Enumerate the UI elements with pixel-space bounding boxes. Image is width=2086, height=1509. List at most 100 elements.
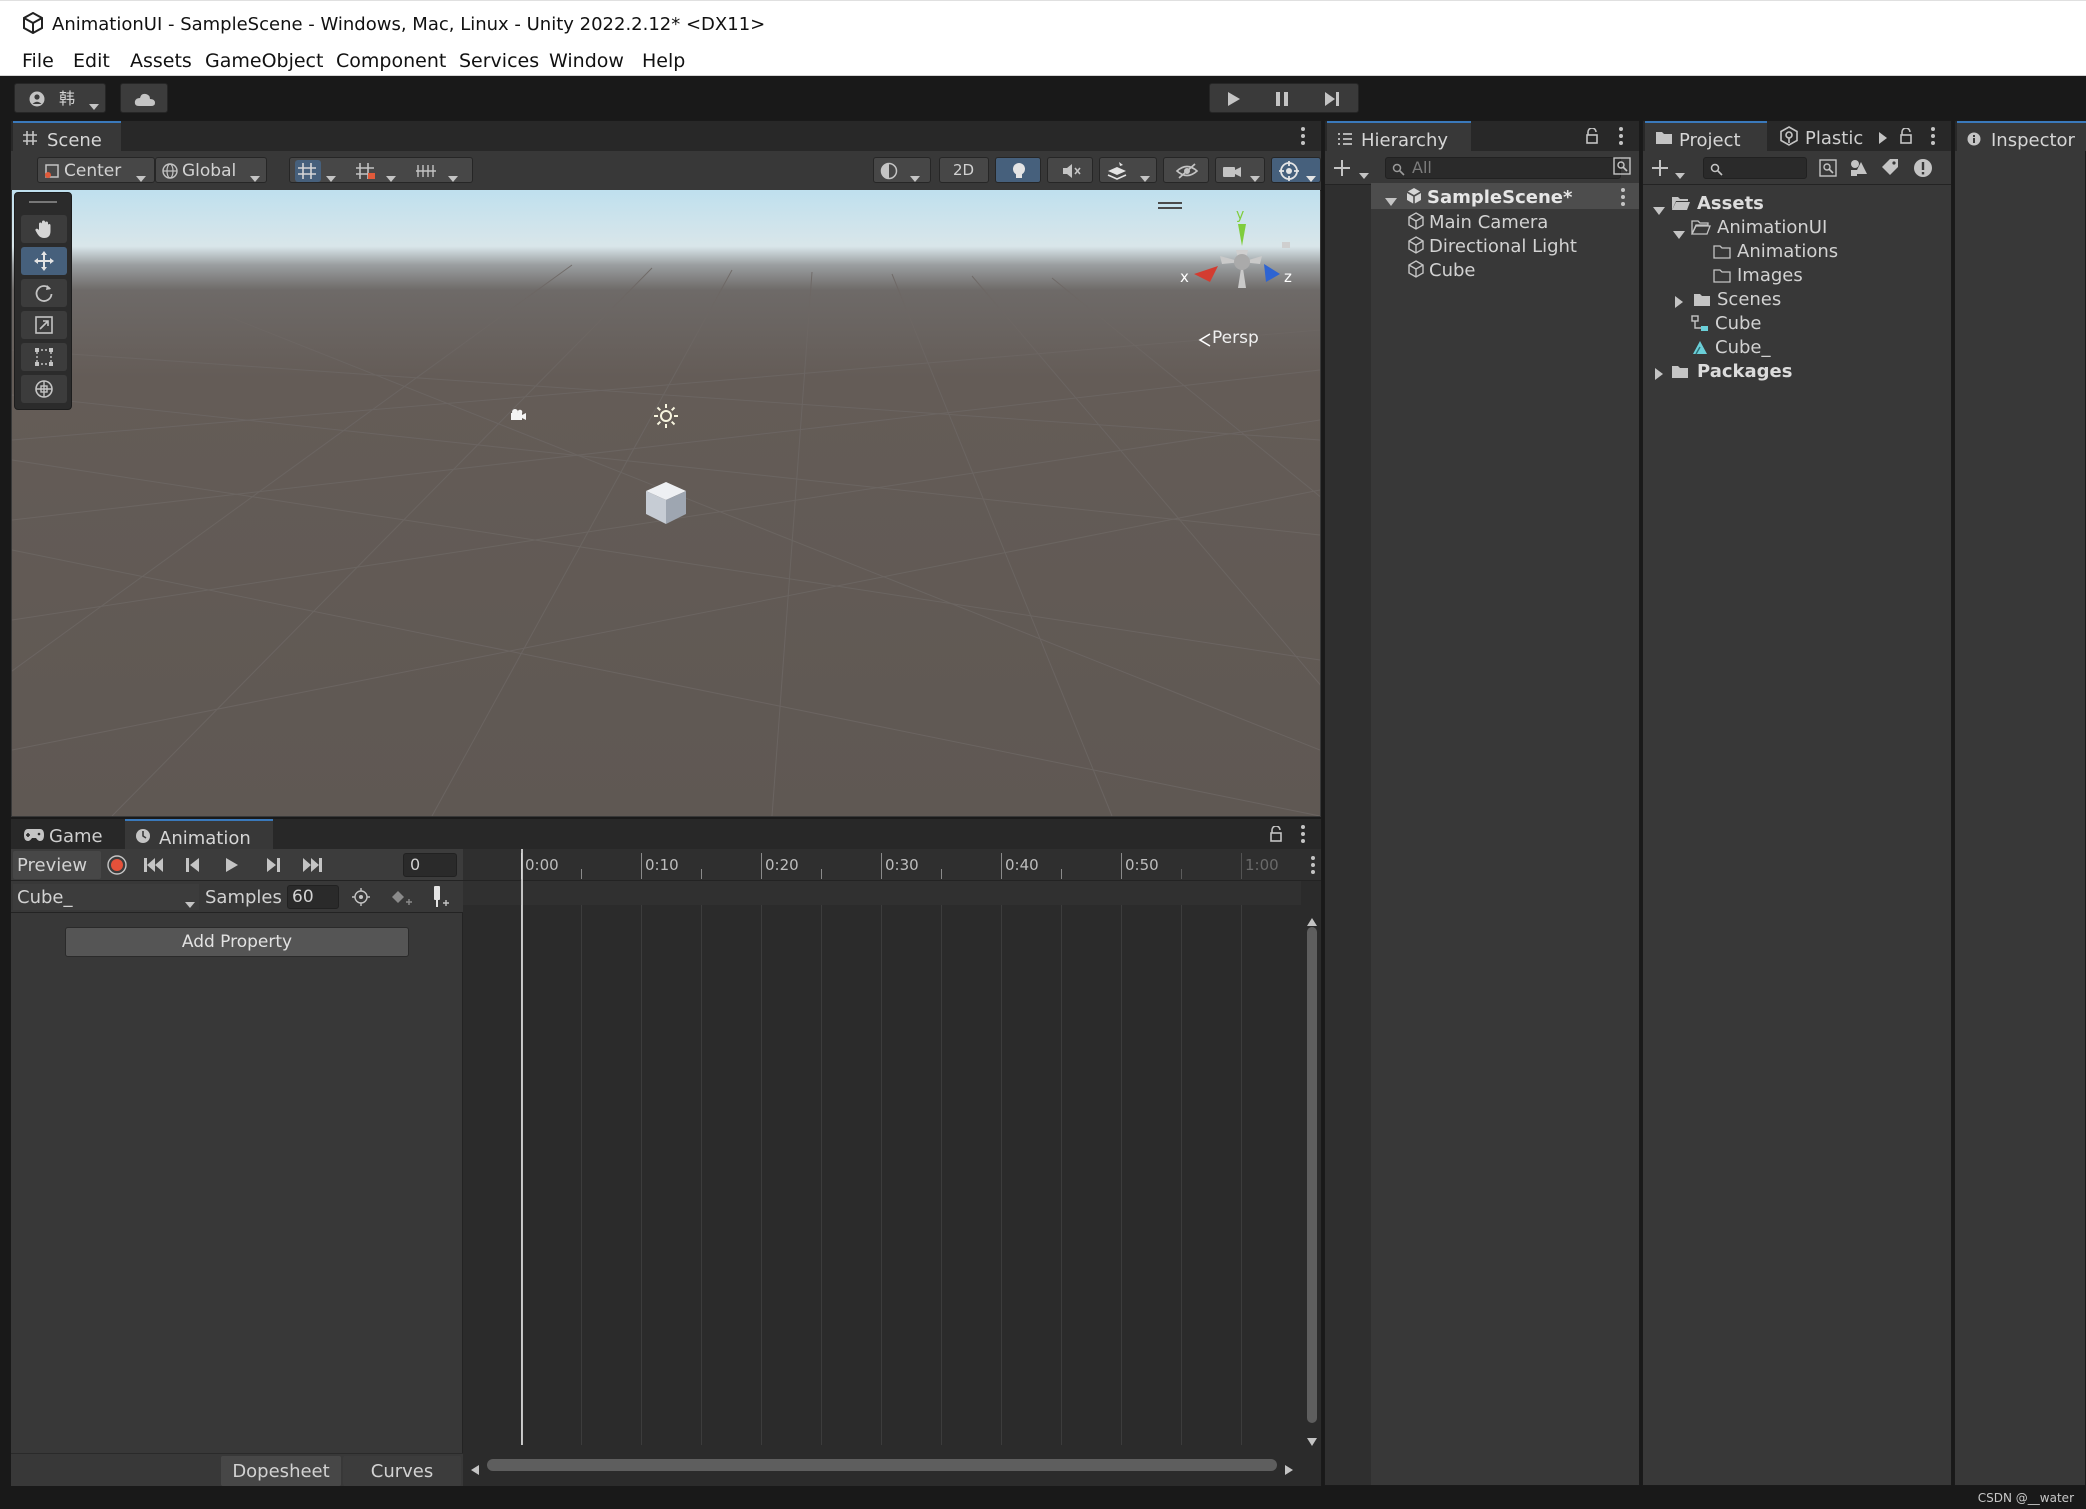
lighting-toggle[interactable]	[995, 157, 1041, 183]
expand-arrow-icon[interactable]	[1673, 224, 1685, 245]
horizontal-scrollbar[interactable]	[463, 1455, 1301, 1475]
lock-icon[interactable]	[1585, 127, 1599, 148]
tab-inspector[interactable]: Inspector	[1957, 121, 2086, 151]
tab-animation[interactable]: Animation	[125, 819, 273, 849]
kebab-menu-icon[interactable]	[1931, 127, 1935, 145]
chevron-down-icon[interactable]	[1675, 165, 1685, 184]
kebab-menu-icon[interactable]	[1301, 127, 1305, 145]
orientation-gizmo[interactable]: y x z	[1180, 208, 1300, 318]
overlay-menu-handle[interactable]	[1158, 202, 1182, 204]
dopesheet-tab[interactable]: Dopesheet	[221, 1456, 341, 1486]
hierarchy-item-main-camera[interactable]: Main Camera	[1371, 209, 1639, 233]
tab-game[interactable]: Game	[13, 819, 123, 849]
rotate-tool-button[interactable]	[21, 279, 67, 307]
vertical-scrollbar[interactable]	[1303, 905, 1321, 1446]
grid-snap-icon[interactable]	[295, 160, 321, 182]
camera-gizmo-icon[interactable]	[509, 407, 527, 426]
preview-toggle[interactable]: Preview	[13, 851, 101, 879]
palette-drag-handle[interactable]	[29, 201, 57, 203]
chevron-down-icon[interactable]	[326, 168, 336, 187]
hidden-objects-toggle[interactable]	[1163, 157, 1209, 183]
alert-icon[interactable]	[1913, 158, 1933, 182]
next-keyframe-icon[interactable]	[265, 857, 281, 877]
lock-icon[interactable]	[1269, 825, 1283, 846]
menu-window[interactable]: Window	[549, 50, 624, 72]
add-property-button[interactable]: Add Property	[65, 927, 409, 957]
2d-toggle-button[interactable]: 2D	[939, 157, 989, 183]
menu-gameobject[interactable]: GameObject	[205, 50, 323, 72]
play-icon[interactable]	[1227, 91, 1241, 111]
account-dropdown[interactable]: 韩	[14, 83, 106, 113]
add-icon[interactable]	[1333, 159, 1351, 181]
curves-tab[interactable]: Curves	[343, 1456, 461, 1486]
playhead-line[interactable]	[521, 849, 523, 1445]
cloud-button[interactable]	[120, 83, 168, 113]
collapse-arrow-icon[interactable]	[1655, 364, 1664, 385]
search-scene-icon[interactable]	[1613, 157, 1631, 179]
project-search-input[interactable]	[1703, 157, 1807, 179]
menu-assets[interactable]: Assets	[130, 50, 192, 72]
menu-help[interactable]: Help	[642, 50, 685, 72]
hierarchy-item-cube[interactable]: Cube	[1371, 257, 1639, 281]
draw-mode-dropdown[interactable]	[873, 157, 931, 183]
expand-arrow-icon[interactable]	[1653, 200, 1665, 221]
animation-timeline[interactable]: 0:00 0:10 0:20 0:30 0:40 0:50 1:00	[463, 849, 1321, 1487]
pause-icon[interactable]	[1275, 91, 1289, 111]
grid-visibility-icon[interactable]	[354, 161, 378, 185]
hierarchy-search-input[interactable]: All	[1385, 157, 1621, 179]
lock-icon[interactable]	[1899, 127, 1913, 148]
filter-by-type-icon[interactable]	[1849, 158, 1869, 182]
prev-keyframe-icon[interactable]	[185, 857, 201, 877]
scrollbar-thumb[interactable]	[1307, 927, 1317, 1423]
chevron-down-icon[interactable]	[386, 168, 396, 187]
transform-tool-button[interactable]	[21, 375, 67, 403]
frame-field[interactable]: 0	[403, 853, 457, 877]
label-tag-icon[interactable]	[1881, 158, 1899, 180]
pivot-dropdown[interactable]: Center	[37, 157, 155, 183]
record-button[interactable]	[105, 854, 129, 876]
last-keyframe-icon[interactable]	[301, 857, 323, 877]
camera-dropdown[interactable]	[1215, 157, 1265, 183]
event-lane[interactable]	[463, 881, 1301, 905]
play-icon[interactable]	[225, 857, 239, 877]
space-dropdown[interactable]: Global	[155, 157, 267, 183]
scroll-left-icon[interactable]	[471, 1460, 479, 1479]
scroll-down-icon[interactable]	[1307, 1431, 1317, 1450]
increment-snap-icon[interactable]	[414, 161, 438, 185]
dopesheet-area[interactable]	[463, 905, 1301, 1445]
tab-hierarchy[interactable]: Hierarchy	[1327, 121, 1471, 151]
kebab-menu-icon[interactable]	[1311, 856, 1315, 874]
scrollbar-thumb[interactable]	[487, 1459, 1277, 1471]
menu-file[interactable]: File	[22, 50, 54, 72]
add-icon[interactable]	[1651, 159, 1669, 181]
kebab-menu-icon[interactable]	[1621, 188, 1625, 206]
tab-overflow-icon[interactable]	[1879, 129, 1887, 148]
scroll-right-icon[interactable]	[1285, 1460, 1293, 1479]
scale-tool-button[interactable]	[21, 311, 67, 339]
tab-project[interactable]: Project	[1645, 121, 1767, 151]
hierarchy-item-directional-light[interactable]: Directional Light	[1371, 233, 1639, 257]
kebab-menu-icon[interactable]	[1619, 127, 1623, 145]
kebab-menu-icon[interactable]	[1301, 825, 1305, 843]
tab-plastic[interactable]: Plastic	[1771, 121, 1875, 151]
menu-component[interactable]: Component	[336, 50, 446, 72]
chevron-down-icon[interactable]	[448, 168, 458, 187]
tab-scene[interactable]: Scene	[13, 121, 121, 151]
audio-toggle[interactable]	[1047, 157, 1093, 183]
hand-tool-button[interactable]	[21, 215, 67, 243]
light-gizmo-icon[interactable]	[653, 403, 679, 433]
samples-field[interactable]: 60	[287, 885, 339, 909]
collapse-arrow-icon[interactable]	[1675, 292, 1684, 313]
cube-object[interactable]	[644, 480, 688, 530]
hierarchy-scene-row[interactable]: SampleScene*	[1371, 183, 1639, 209]
rect-tool-button[interactable]	[21, 343, 67, 371]
keyframe-target-icon[interactable]	[351, 887, 371, 911]
gizmos-dropdown[interactable]	[1271, 157, 1321, 183]
add-keyframe-icon[interactable]	[391, 889, 413, 911]
search-scene-icon[interactable]	[1819, 159, 1837, 181]
menu-services[interactable]: Services	[459, 50, 539, 72]
clip-dropdown[interactable]: Cube_	[13, 884, 199, 910]
timeline-ruler[interactable]: 0:00 0:10 0:20 0:30 0:40 0:50 1:00	[463, 849, 1321, 881]
first-keyframe-icon[interactable]	[143, 857, 165, 877]
chevron-down-icon[interactable]	[1359, 165, 1369, 184]
